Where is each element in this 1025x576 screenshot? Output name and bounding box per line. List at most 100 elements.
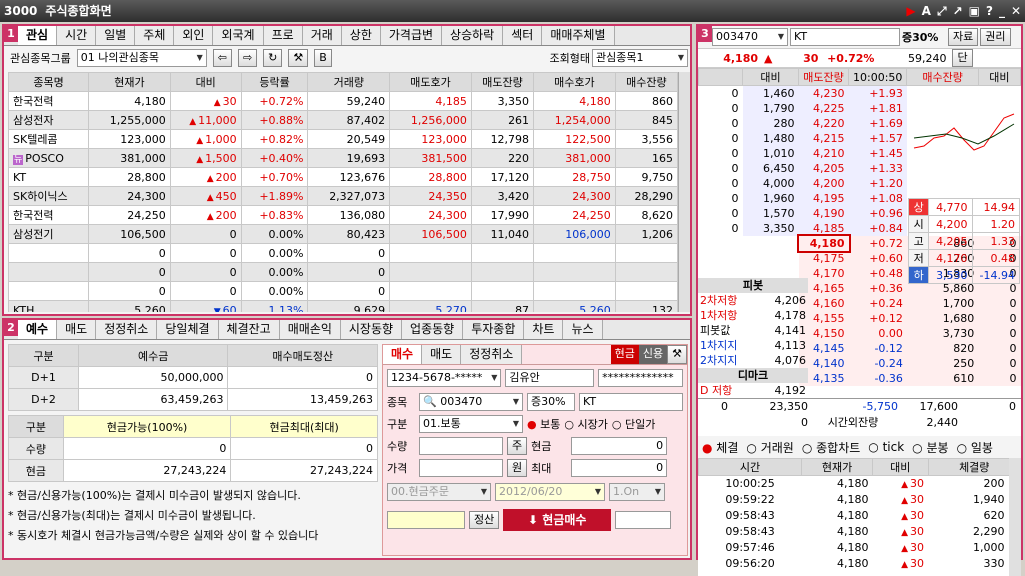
help-icon[interactable]: ?: [986, 0, 993, 22]
column-header[interactable]: 현재가: [88, 72, 171, 92]
account-select[interactable]: 1234-5678-*****: [387, 369, 502, 387]
single-button[interactable]: 단: [952, 49, 973, 67]
column-header[interactable]: 종목명: [8, 72, 90, 92]
table-row[interactable]: 한국전력24,250200+0.83%136,08024,30017,99024…: [8, 205, 678, 225]
extra-input[interactable]: [615, 511, 672, 529]
tab-7[interactable]: 업종동향: [402, 320, 464, 339]
radio-5[interactable]: ○ 일봉: [957, 439, 993, 456]
radio-2[interactable]: ○ 종합차트: [802, 439, 860, 456]
table-row[interactable]: 0 0 0.00% 0: [8, 281, 678, 301]
cell: [614, 243, 678, 263]
column-header[interactable]: 매수잔량: [614, 72, 678, 92]
table-row[interactable]: 0 0 0.00% 0: [8, 243, 678, 263]
on-select[interactable]: 1.On: [609, 483, 665, 501]
table-row[interactable]: KTH5,260601.13%9,6295,270875,260132: [8, 300, 678, 312]
column-header[interactable]: 거래량: [307, 72, 391, 92]
ask-row[interactable]: 0 4,000 4,200 +1.20: [699, 175, 1021, 191]
credit-toggle[interactable]: 신용: [638, 345, 668, 364]
tab-4[interactable]: 외인: [174, 26, 214, 45]
tab-5[interactable]: 외국계: [213, 26, 264, 45]
tab-10[interactable]: 뉴스: [563, 320, 603, 339]
condition-select[interactable]: 00.현금주문: [387, 483, 491, 501]
cash-buy-button[interactable]: ⬇ 현금매수: [503, 509, 612, 531]
tab-5[interactable]: 매매손익: [279, 320, 341, 339]
tab-3[interactable]: 당일체결: [157, 320, 219, 339]
tab-6[interactable]: 시장동향: [340, 320, 403, 339]
table-row[interactable]: KT28,800200+0.70%123,67628,80017,12028,7…: [8, 167, 678, 187]
tab-6[interactable]: 프로: [263, 26, 303, 45]
modify-tab[interactable]: 정정취소: [461, 345, 523, 364]
tab-9[interactable]: 가격급변: [380, 26, 443, 45]
tab-9[interactable]: 차트: [524, 320, 564, 339]
ticks-scrollbar[interactable]: [1009, 458, 1021, 576]
tab-8[interactable]: 상한: [341, 26, 381, 45]
tab-2[interactable]: 정정취소: [96, 320, 158, 339]
tab-12[interactable]: 매매주체별: [542, 26, 615, 45]
radio-4[interactable]: ○ 분봉: [912, 439, 948, 456]
next-icon[interactable]: ⇨: [237, 49, 258, 67]
b-icon[interactable]: B: [314, 49, 332, 67]
tab-3[interactable]: 주체: [135, 26, 175, 45]
refresh-icon[interactable]: ↻: [263, 49, 283, 67]
tab-11[interactable]: 섹터: [503, 26, 543, 45]
table-row[interactable]: 삼성전기 106,500 0 0.00% 80,423 106,500 11,040 106,…: [8, 224, 678, 244]
radio-0[interactable]: ● 체결: [702, 439, 738, 456]
stock-code-input[interactable]: 🔍 003470: [419, 393, 523, 411]
cell: 24,350: [389, 186, 472, 206]
watchlist-scrollbar[interactable]: [678, 72, 690, 312]
data-button[interactable]: 자료: [948, 28, 979, 46]
column-header[interactable]: 대비: [169, 72, 242, 92]
tab-1[interactable]: 매도: [57, 320, 97, 339]
max-value: 0: [571, 459, 668, 477]
radio-1[interactable]: ○ 거래원: [746, 439, 793, 456]
column-header[interactable]: 매도잔량: [470, 72, 535, 92]
column-header[interactable]: 등락률: [240, 72, 309, 92]
resize-icon[interactable]: ⤢: [937, 0, 947, 22]
settle-input[interactable]: [387, 511, 465, 529]
date-select[interactable]: 2012/06/20: [495, 483, 605, 501]
tab-10[interactable]: 상승하락: [442, 26, 504, 45]
play-icon[interactable]: ▶: [906, 0, 915, 22]
radio-single[interactable]: ○ 단일가: [612, 416, 655, 432]
tab-4[interactable]: 체결잔고: [218, 320, 280, 339]
tool-icon[interactable]: ⚒: [288, 49, 309, 67]
qty-input[interactable]: [419, 437, 503, 455]
price-input[interactable]: [419, 459, 503, 477]
order-type-select[interactable]: 01.보통: [419, 415, 523, 433]
table-row[interactable]: 삼성전자1,255,00011,000+0.88%87,4021,256,000…: [8, 110, 678, 130]
sell-tab[interactable]: 매도: [422, 345, 462, 364]
column-header[interactable]: 매수호가: [533, 72, 616, 92]
settle-button[interactable]: 정산: [469, 511, 500, 529]
tab-7[interactable]: 거래: [302, 26, 342, 45]
radio-3[interactable]: ○ tick: [868, 440, 904, 454]
buy-tab[interactable]: 매수: [383, 345, 423, 364]
tab-8[interactable]: 투자종합: [463, 320, 525, 339]
column-header[interactable]: 매도호가: [389, 72, 472, 92]
table-row[interactable]: 한국전력4,18030+0.72%59,2404,1853,3504,18086…: [8, 91, 678, 111]
prev-icon[interactable]: ⇦: [212, 49, 232, 67]
table-row[interactable]: 0 0 0.00% 0: [8, 262, 678, 282]
table-row[interactable]: SK하이닉스24,300450+1.89%2,327,07324,3503,42…: [8, 186, 678, 206]
view-select[interactable]: 관심종목1: [592, 49, 688, 67]
window-icon[interactable]: ▣: [969, 0, 980, 22]
quote-code-select[interactable]: 003470: [712, 28, 788, 46]
rights-button[interactable]: 권리: [980, 28, 1011, 46]
password-input[interactable]: *************: [598, 369, 683, 387]
radio-normal[interactable]: ● 보통: [527, 416, 560, 432]
radio-market[interactable]: ○ 시장가: [564, 416, 607, 432]
tool-icon[interactable]: ⚒: [667, 345, 687, 364]
close-icon[interactable]: ✕: [1011, 0, 1021, 22]
table-row[interactable]: SK텔레콤123,0001,000+0.82%20,549123,00012,7…: [8, 129, 678, 149]
cell: 0: [731, 101, 739, 115]
group-select[interactable]: 01 나의관심종목: [76, 49, 207, 67]
table-row[interactable]: 뉴POSCO381,0001,500+0.40%19,693381,500220…: [8, 148, 678, 168]
arrow-icon[interactable]: ↗: [953, 0, 963, 22]
tab-2[interactable]: 일별: [96, 26, 136, 45]
font-icon[interactable]: A: [922, 0, 931, 22]
tab-0[interactable]: 예수: [18, 320, 58, 339]
tab-1[interactable]: 시간: [57, 26, 97, 45]
search-icon[interactable]: 🔍: [423, 395, 437, 408]
tab-0[interactable]: 관심: [18, 26, 58, 45]
cash-toggle[interactable]: 현금: [610, 345, 639, 364]
minimize-icon[interactable]: _: [999, 0, 1005, 22]
